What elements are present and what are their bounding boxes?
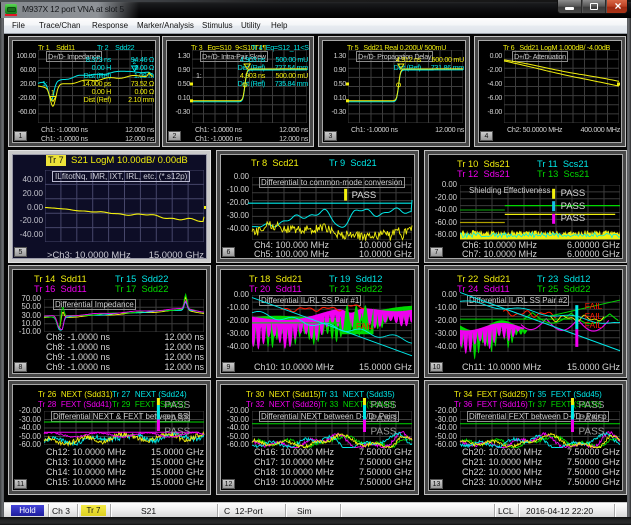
svg-text:PASS: PASS	[370, 427, 396, 438]
svg-text:PASS: PASS	[561, 188, 586, 199]
svg-text:PASS: PASS	[578, 427, 604, 438]
svg-text:2: 2	[133, 59, 137, 66]
svg-text:FAIL: FAIL	[585, 320, 603, 330]
svg-text:PASS: PASS	[164, 414, 190, 425]
svg-text:FAIL: FAIL	[585, 301, 603, 311]
svg-text:PASS: PASS	[561, 201, 586, 212]
svg-text:1: 1	[51, 90, 55, 97]
svg-text:FAIL: FAIL	[356, 321, 374, 331]
svg-text:PASS: PASS	[370, 414, 396, 425]
svg-text:PASS: PASS	[164, 400, 190, 411]
svg-text:PASS: PASS	[578, 400, 604, 411]
svg-text:PASS: PASS	[352, 190, 377, 201]
svg-text:PASS: PASS	[370, 400, 396, 411]
svg-text:PASS: PASS	[561, 213, 586, 224]
svg-text:PASS: PASS	[164, 427, 190, 438]
svg-text:PASS: PASS	[578, 414, 604, 425]
